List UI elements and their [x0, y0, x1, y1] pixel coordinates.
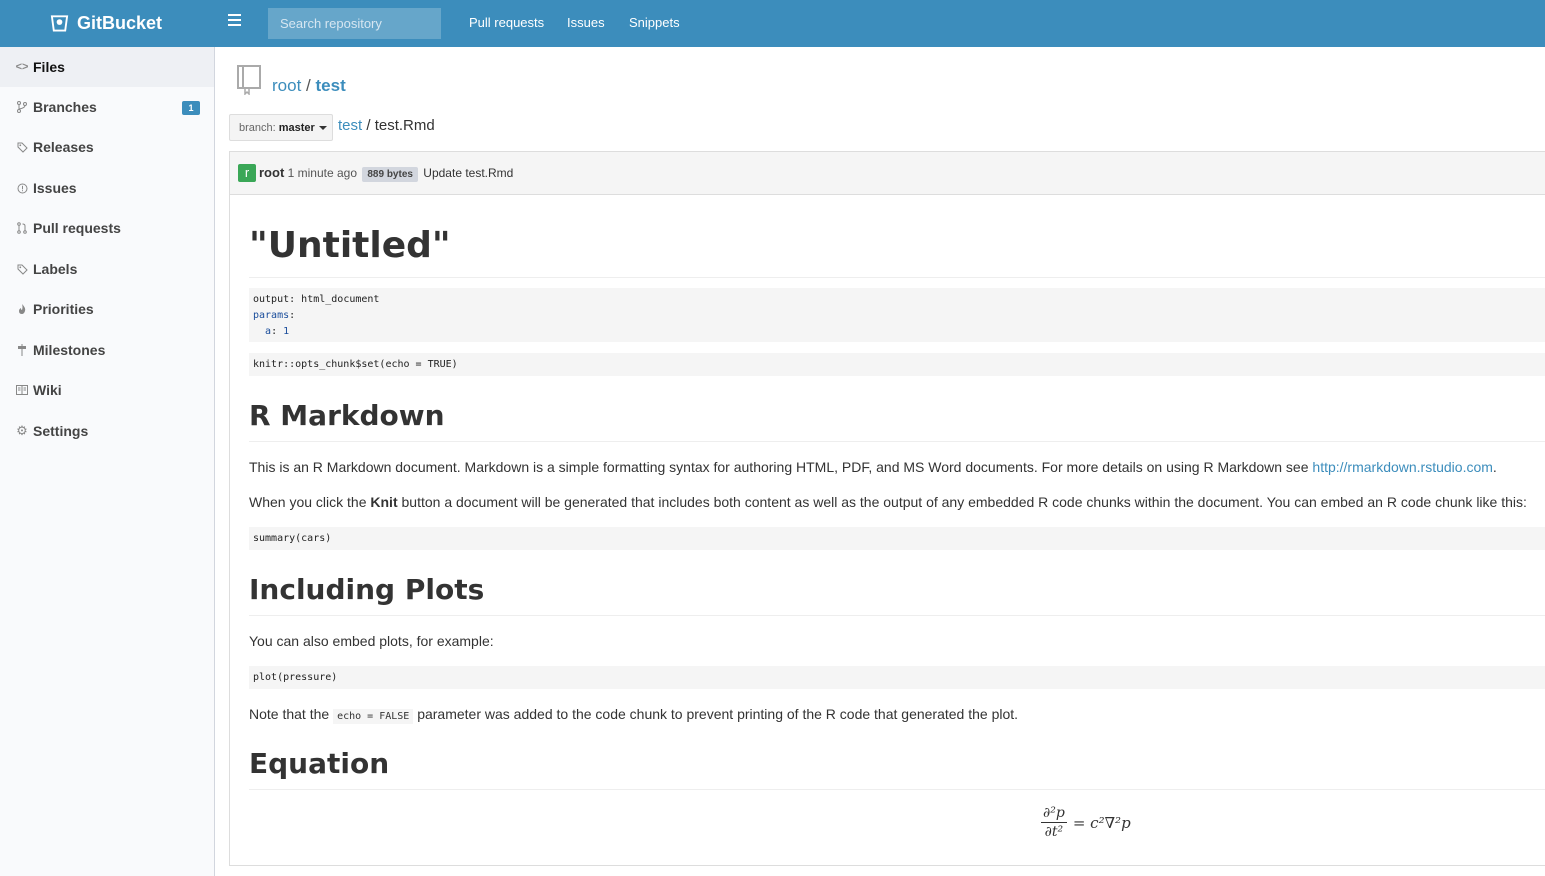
gear-icon: ⚙ — [16, 423, 28, 438]
brand-logo-link[interactable]: GitBucket — [50, 11, 162, 35]
avatar[interactable]: r — [238, 164, 256, 182]
rmarkdown-link[interactable]: http://rmarkdown.rstudio.com — [1312, 459, 1493, 475]
issue-opened-icon — [16, 182, 28, 194]
sidebar-item-label: Files — [33, 59, 65, 75]
search-input[interactable] — [268, 8, 441, 39]
yaml-key: params — [253, 310, 290, 321]
paragraph-text: When you click the — [249, 494, 371, 510]
plot-code-block: plot(pressure) — [249, 666, 1545, 689]
nav-issues[interactable]: Issues — [567, 15, 605, 30]
gitbucket-logo-icon — [50, 15, 69, 32]
sidebar-item-milestones[interactable]: Milestones — [0, 330, 214, 370]
menu-toggle-icon[interactable] — [228, 14, 241, 30]
sidebar-item-label: Wiki — [33, 382, 62, 398]
paragraph-knit: When you click the Knit button a documen… — [249, 494, 1527, 510]
flame-icon — [16, 303, 28, 315]
breadcrumb-separator: / — [366, 117, 371, 134]
paragraph-echo-note: Note that the echo = FALSE parameter was… — [249, 706, 1019, 724]
sidebar-item-issues[interactable]: Issues — [0, 168, 214, 208]
tag-icon — [16, 141, 28, 153]
math-equation: ∂²p ∂t² = c²∇²p — [1041, 805, 1131, 840]
repo-owner-link[interactable]: root — [272, 76, 301, 95]
nav-pull-requests[interactable]: Pull requests — [469, 15, 544, 30]
sidebar-item-branches[interactable]: Branches 1 — [0, 87, 214, 127]
summary-code-block: summary(cars) — [249, 527, 1545, 550]
yaml-key: output — [253, 294, 290, 305]
paragraph-text: This is an R Markdown document. Markdown… — [249, 459, 1313, 475]
milestone-icon — [16, 344, 28, 356]
breadcrumb-root-link[interactable]: test — [338, 117, 362, 134]
file-view: r root 1 minute ago 889 bytes Update tes… — [229, 151, 1545, 866]
sidebar-item-priorities[interactable]: Priorities — [0, 289, 214, 329]
nav-snippets[interactable]: Snippets — [629, 15, 680, 30]
paragraph-text: parameter was added to the code chunk to… — [413, 706, 1019, 722]
heading-r-markdown: R Markdown — [249, 399, 1545, 442]
caret-down-icon — [318, 126, 327, 130]
branch-dropdown[interactable]: branch: master — [229, 114, 333, 141]
paragraph-plots: You can also embed plots, for example: — [249, 633, 494, 649]
setup-code-block: knitr::opts_chunk$set(echo = TRUE) — [249, 353, 1545, 376]
repo-name-link[interactable]: test — [316, 76, 346, 95]
breadcrumb: test / test.Rmd — [338, 117, 435, 134]
paragraph-text: button a document will be generated that… — [397, 494, 1527, 510]
latest-commit-bar: r root 1 minute ago 889 bytes Update tes… — [230, 152, 1545, 195]
sidebar-item-label: Labels — [33, 261, 78, 277]
paragraph-text: Note that the — [249, 706, 334, 722]
breadcrumb-file: test.Rmd — [374, 117, 435, 134]
sidebar-item-files[interactable]: <> Files — [0, 47, 214, 87]
top-navbar: GitBucket Pull requests Issues Snippets — [0, 0, 1545, 47]
yaml-value: html_document — [301, 294, 380, 305]
code-icon: <> — [15, 61, 29, 73]
inline-code-echo: echo = FALSE — [333, 709, 414, 724]
paragraph-intro: This is an R Markdown document. Markdown… — [249, 459, 1497, 475]
commit-message-link[interactable]: Update test.Rmd — [423, 166, 513, 180]
sidebar-item-wiki[interactable]: Wiki — [0, 370, 214, 410]
commit-time: 1 minute ago — [287, 166, 358, 180]
sidebar-item-label: Settings — [33, 423, 89, 439]
book-icon — [16, 384, 28, 396]
repo-separator: / — [306, 76, 311, 95]
sidebar-item-label: Priorities — [33, 301, 94, 317]
sidebar-item-label: Branches — [33, 99, 97, 115]
sidebar-item-settings[interactable]: ⚙ Settings — [0, 411, 214, 451]
paragraph-text: . — [1492, 459, 1497, 475]
pull-request-icon — [16, 222, 28, 234]
branch-name: master — [278, 121, 315, 134]
brand-name: GitBucket — [77, 12, 163, 33]
yaml-code-block: output: html_document params: a: 1 — [249, 288, 1545, 342]
sidebar: <> Files Branches 1 Releases Issues Pull… — [0, 47, 215, 876]
branch-prefix: branch: — [239, 121, 276, 134]
file-size-badge: 889 bytes — [362, 167, 418, 182]
sidebar-item-pull-requests[interactable]: Pull requests — [0, 208, 214, 248]
yaml-value: 1 — [283, 326, 290, 337]
heading-equation: Equation — [249, 747, 1545, 790]
repo-title: root / test — [272, 76, 346, 96]
sidebar-item-labels[interactable]: Labels — [0, 249, 214, 289]
equation-rhs: = c²∇²p — [1072, 813, 1131, 832]
equation-numerator: ∂²p — [1043, 805, 1065, 821]
branch-icon — [16, 101, 28, 113]
sidebar-item-releases[interactable]: Releases — [0, 127, 214, 167]
equation-denominator: ∂t² — [1044, 824, 1064, 840]
branch-count-badge: 1 — [182, 101, 200, 115]
tag-icon — [16, 263, 28, 275]
sidebar-item-label: Pull requests — [33, 220, 121, 236]
commit-info: root 1 minute ago 889 bytes Update test.… — [259, 165, 513, 182]
sidebar-item-label: Issues — [33, 180, 77, 196]
sidebar-item-label: Milestones — [33, 342, 106, 358]
yaml-key: a — [265, 326, 272, 337]
commit-author-link[interactable]: root — [259, 165, 284, 180]
equation-fraction: ∂²p ∂t² — [1041, 805, 1067, 840]
knit-bold: Knit — [370, 494, 398, 510]
heading-including-plots: Including Plots — [249, 573, 1545, 616]
sidebar-item-label: Releases — [33, 139, 94, 155]
repo-icon — [237, 65, 261, 95]
doc-title: "Untitled" — [249, 225, 1545, 278]
